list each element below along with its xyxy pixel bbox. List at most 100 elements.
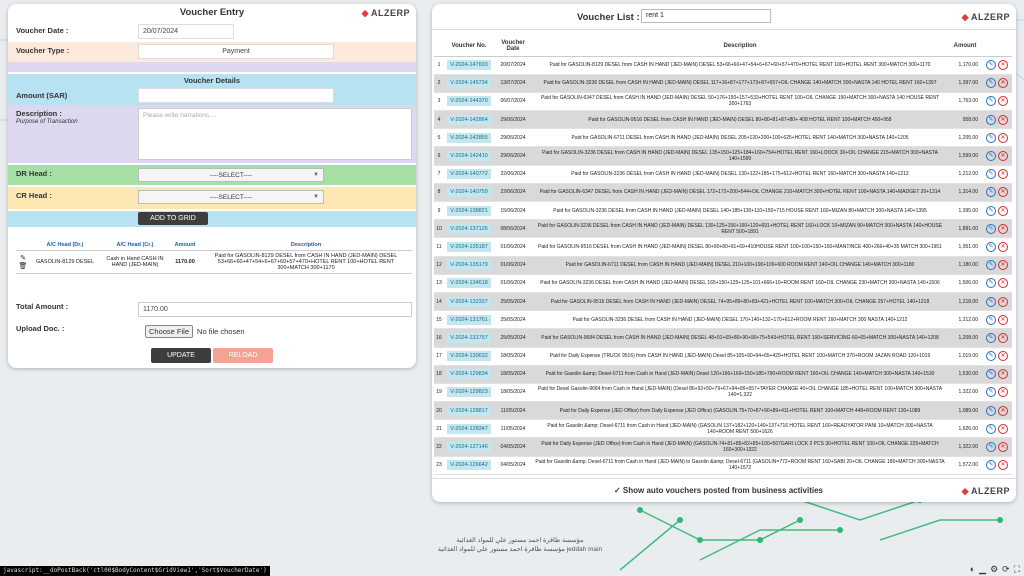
dr-head-select[interactable]: ----SELECT---- ▼ (138, 168, 324, 182)
col-description-header[interactable]: Description (532, 36, 948, 57)
amount-input[interactable] (138, 88, 334, 103)
delete-icon[interactable]: ✕ (998, 223, 1008, 234)
reload-button[interactable]: RELOAD (213, 348, 273, 363)
edit-icon[interactable]: ✎ (986, 442, 996, 453)
voucher-description-cell: Paid for Desel Gasolin-9684 from Cash in… (532, 383, 948, 403)
delete-icon[interactable]: ✕ (998, 460, 1008, 471)
delete-icon[interactable]: ✕ (998, 442, 1008, 453)
col-voucher-date-header[interactable]: Voucher Date (494, 36, 532, 57)
delete-icon[interactable]: ✕ (998, 332, 1008, 343)
edit-icon[interactable]: ✎ (986, 460, 996, 471)
edit-icon[interactable]: ✎ (18, 254, 28, 262)
voucher-number-link[interactable]: V-2024-131761 (447, 314, 491, 325)
add-to-grid-button[interactable]: ADD TO GRID (138, 212, 208, 225)
edit-icon[interactable]: ✎ (986, 314, 996, 325)
voucher-number-link[interactable]: V-2024-135179 (447, 260, 491, 271)
edit-icon[interactable]: ✎ (986, 114, 996, 125)
delete-icon[interactable]: ✕ (998, 78, 1008, 89)
edit-icon[interactable]: ✎ (986, 187, 996, 198)
edit-icon[interactable]: ✎ (986, 78, 996, 89)
delete-icon[interactable]: ✕ (998, 187, 1008, 198)
delete-icon[interactable]: ✕ (998, 151, 1008, 162)
voucher-number-link[interactable]: V-2024-147603 (447, 60, 491, 71)
delete-icon[interactable]: ✕ (998, 60, 1008, 71)
grid-header-description[interactable]: Description (200, 240, 412, 251)
voucher-number-link[interactable]: V-2024-142410 (447, 151, 491, 162)
col-voucher-no-header[interactable]: Voucher No. (444, 36, 494, 57)
delete-icon[interactable]: ✕ (998, 405, 1008, 416)
chat-icon[interactable]: ◐ (970, 564, 975, 574)
delete-icon[interactable]: ✕ (998, 114, 1008, 125)
show-auto-vouchers-toggle[interactable]: ✓ Show auto vouchers posted from busines… (614, 486, 823, 495)
delete-icon[interactable]: ✕ (998, 169, 1008, 180)
trash-icon[interactable]: 🗑 (18, 262, 28, 270)
col-amount-header[interactable]: Amount (948, 36, 982, 57)
delete-icon[interactable]: ✕ (998, 241, 1008, 252)
grid-header-amount[interactable]: Amount (170, 240, 200, 251)
voucher-number-link[interactable]: V-2024-129823 (447, 387, 491, 398)
voucher-number-link[interactable]: V-2024-137126 (447, 223, 491, 234)
edit-icon[interactable]: ✎ (986, 332, 996, 343)
voucher-number-link[interactable]: V-2024-140772 (447, 169, 491, 180)
delete-icon[interactable]: ✕ (998, 96, 1008, 107)
voucher-number-link[interactable]: V-2024-134618 (447, 278, 491, 289)
file-input[interactable]: Choose File No file chosen (145, 325, 245, 338)
update-button[interactable]: UPDATE (151, 348, 211, 363)
voucher-search-input[interactable]: rent 1 (641, 9, 771, 23)
delete-icon[interactable]: ✕ (998, 351, 1008, 362)
voucher-number-link[interactable]: V-2024-145734 (447, 78, 491, 89)
edit-icon[interactable]: ✎ (986, 205, 996, 216)
settings-icon[interactable]: ⚙ (990, 564, 998, 574)
delete-icon[interactable]: ✕ (998, 132, 1008, 143)
edit-icon[interactable]: ✎ (986, 60, 996, 71)
edit-icon[interactable]: ✎ (986, 351, 996, 362)
voucher-number-link[interactable]: V-2024-138821 (447, 205, 491, 216)
delete-icon[interactable]: ✕ (998, 260, 1008, 271)
delete-icon[interactable]: ✕ (998, 423, 1008, 434)
grid-header-cr[interactable]: A/C Head (Cr.) (100, 240, 170, 251)
delete-icon[interactable]: ✕ (998, 296, 1008, 307)
delete-icon[interactable]: ✕ (998, 278, 1008, 289)
voucher-number-link[interactable]: V-2024-127146 (447, 442, 491, 453)
description-textarea[interactable]: Please write narrations.... (138, 108, 412, 160)
edit-icon[interactable]: ✎ (986, 387, 996, 398)
voucher-number-link[interactable]: V-2024-128817 (447, 405, 491, 416)
voucher-number-link[interactable]: V-2024-142864 (447, 114, 491, 125)
voucher-number-link[interactable]: V-2024-135187 (447, 241, 491, 252)
voucher-number-link[interactable]: V-2024-130632 (447, 351, 491, 362)
edit-icon[interactable]: ✎ (986, 241, 996, 252)
choose-file-button[interactable]: Choose File (145, 325, 194, 338)
edit-icon[interactable]: ✎ (986, 423, 996, 434)
fullscreen-icon[interactable]: ⛶ (1014, 564, 1020, 574)
edit-icon[interactable]: ✎ (986, 278, 996, 289)
edit-icon[interactable]: ✎ (986, 151, 996, 162)
delete-icon[interactable]: ✕ (998, 387, 1008, 398)
total-amount-input[interactable]: 1170.00 (138, 302, 412, 317)
edit-icon[interactable]: ✎ (986, 260, 996, 271)
delete-icon[interactable]: ✕ (998, 205, 1008, 216)
cr-head-select[interactable]: ----SELECT---- ▼ (138, 190, 324, 204)
edit-icon[interactable]: ✎ (986, 96, 996, 107)
delete-icon[interactable]: ✕ (998, 314, 1008, 325)
voucher-number-link[interactable]: V-2024-140759 (447, 187, 491, 198)
edit-icon[interactable]: ✎ (986, 169, 996, 180)
voucher-type-field[interactable]: Payment (138, 44, 334, 59)
voucher-entry-title: Voucher Entry (179, 7, 245, 18)
voucher-number-link[interactable]: V-2024-128347 (447, 423, 491, 434)
edit-icon[interactable]: ✎ (986, 223, 996, 234)
voucher-number-link[interactable]: V-2024-131757 (447, 332, 491, 343)
voucher-date-input[interactable]: 20/07/2024 (138, 24, 234, 39)
voucher-number-link[interactable]: V-2024-142855 (447, 132, 491, 143)
edit-icon[interactable]: ✎ (986, 296, 996, 307)
delete-icon[interactable]: ✕ (998, 369, 1008, 380)
refresh-icon[interactable]: ⟳ (1002, 564, 1010, 574)
grid-header-dr[interactable]: A/C Head (Dr.) (30, 240, 100, 251)
voucher-number-link[interactable]: V-2024-132337 (447, 296, 491, 307)
edit-icon[interactable]: ✎ (986, 369, 996, 380)
minimize-icon[interactable]: ▁ (979, 564, 986, 574)
edit-icon[interactable]: ✎ (986, 132, 996, 143)
voucher-number-link[interactable]: V-2024-144370 (447, 96, 491, 107)
voucher-number-link[interactable]: V-2024-126642 (447, 460, 491, 471)
edit-icon[interactable]: ✎ (986, 405, 996, 416)
voucher-number-link[interactable]: V-2024-129834 (447, 369, 491, 380)
